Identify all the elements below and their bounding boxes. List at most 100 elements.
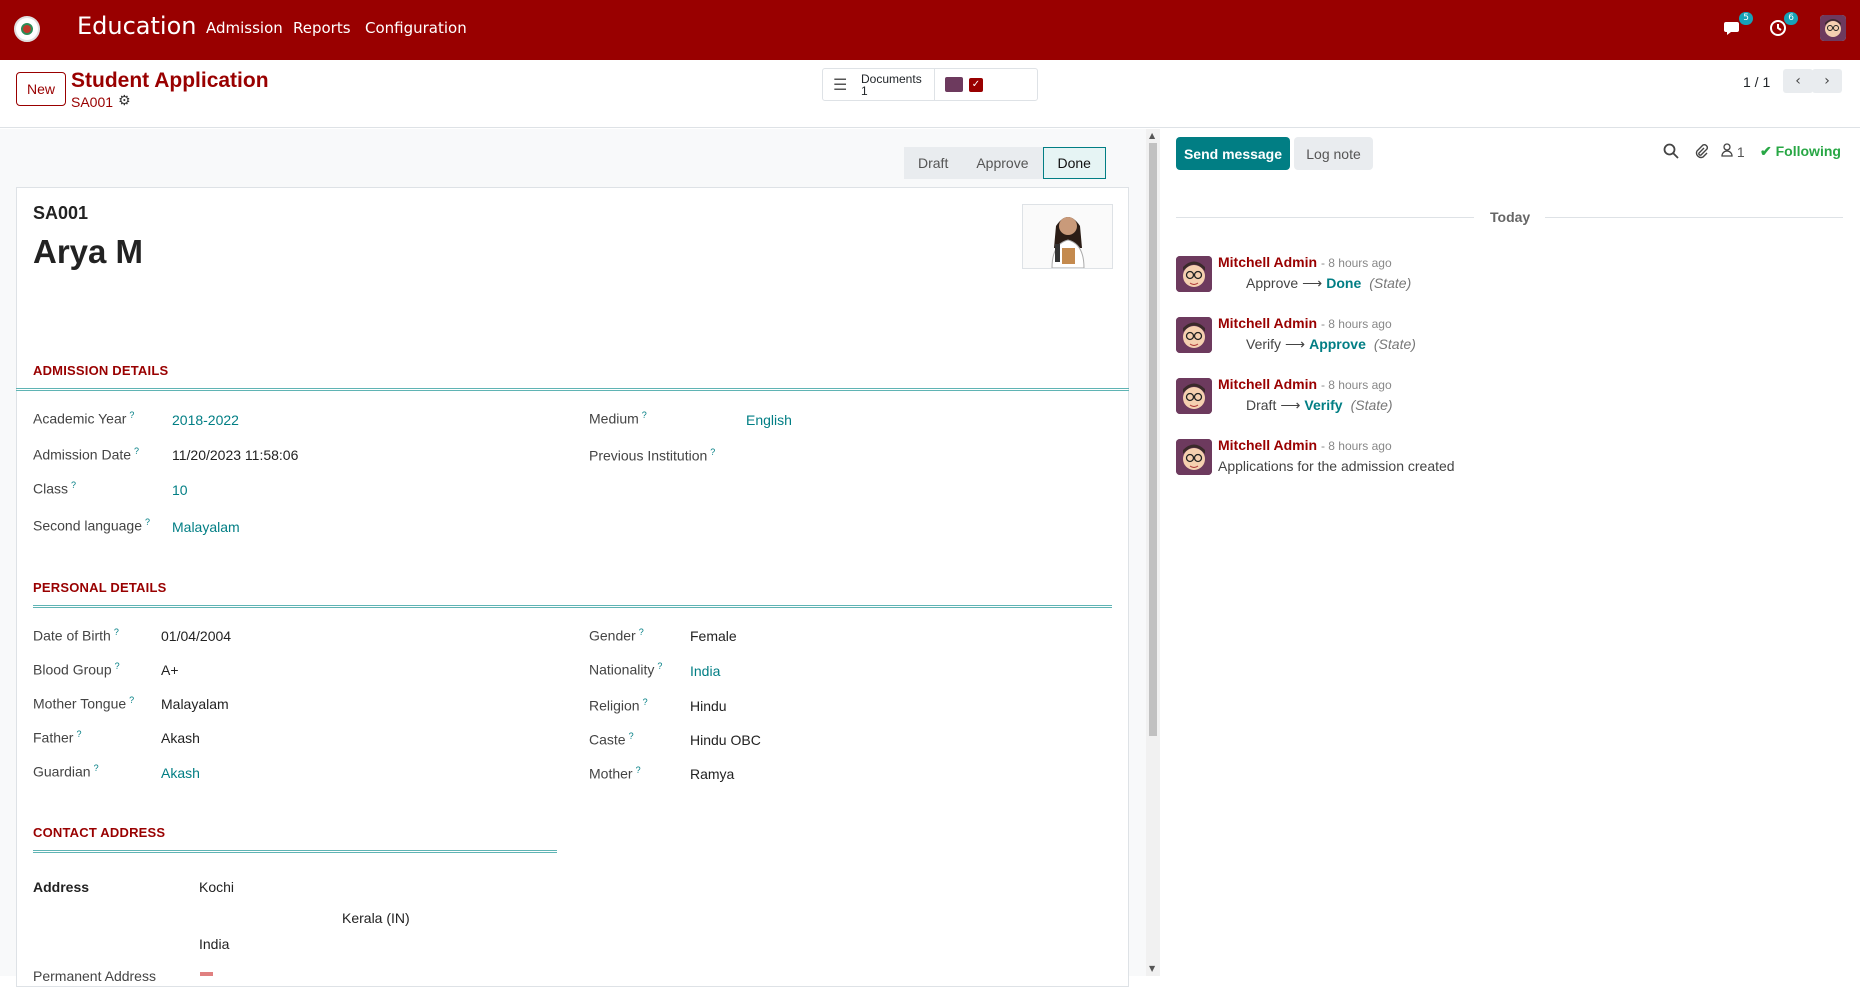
activities-badge: 6 xyxy=(1784,12,1798,25)
scroll-down-icon[interactable]: ▼ xyxy=(1149,964,1155,973)
form-scrollbar[interactable]: ▲ ▼ xyxy=(1146,129,1160,976)
log-note-button[interactable]: Log note xyxy=(1294,137,1373,170)
today-divider-right xyxy=(1545,217,1843,218)
today-separator: Today xyxy=(1490,209,1531,225)
activities-icon[interactable]: 6 xyxy=(1768,12,1798,40)
pager-next-icon[interactable]: › xyxy=(1812,69,1842,93)
paperclip-icon[interactable] xyxy=(1693,143,1709,163)
smart-buttons: ☰ Documents 1 ✓ xyxy=(822,68,1038,101)
second-language-label: Second language? xyxy=(33,517,151,534)
scroll-up-icon[interactable]: ▲ xyxy=(1149,131,1155,140)
message-avatar[interactable] xyxy=(1176,439,1212,475)
checkbox-icon: ✓ xyxy=(969,77,983,92)
pager-previous-icon[interactable]: ‹ xyxy=(1783,69,1813,93)
address-city-field[interactable]: Kochi xyxy=(199,879,234,895)
today-divider-left xyxy=(1176,217,1474,218)
status-approve[interactable]: Approve xyxy=(962,147,1043,179)
address-label: Address xyxy=(33,879,90,895)
new-button[interactable]: New xyxy=(16,72,66,106)
permanent-address-label: Permanent Address xyxy=(33,968,156,984)
message-author[interactable]: Mitchell Admin - 8 hours ago xyxy=(1218,254,1392,270)
search-icon[interactable] xyxy=(1663,143,1679,163)
followers-count: 1 xyxy=(1736,144,1745,160)
personal-section-title: PERSONAL DETAILS xyxy=(33,580,167,595)
documents-count: 1 xyxy=(861,83,868,98)
breadcrumb-record: SA001 xyxy=(71,94,114,110)
contact-section-divider xyxy=(33,850,557,853)
father-label: Father? xyxy=(33,729,82,746)
mother-tongue-field[interactable]: Malayalam xyxy=(161,696,229,712)
medium-field[interactable]: English xyxy=(746,412,792,428)
religion-label: Religion? xyxy=(589,697,648,714)
nationality-field[interactable]: India xyxy=(690,663,720,679)
status-bar: Draft Approve Done xyxy=(904,147,1106,179)
dob-label: Date of Birth? xyxy=(33,627,119,644)
admission-date-label: Admission Date? xyxy=(33,446,140,463)
archive-toggle-button[interactable]: ✓ xyxy=(935,69,983,100)
menu-reports[interactable]: Reports xyxy=(293,19,351,37)
archive-box-icon xyxy=(945,77,963,92)
message-tracking: Verify ⟶ Approve (State) xyxy=(1246,336,1416,352)
academic-year-label: Academic Year? xyxy=(33,410,135,427)
breadcrumb-title[interactable]: Student Application xyxy=(71,69,269,93)
message-avatar[interactable] xyxy=(1176,256,1212,292)
scroll-thumb[interactable] xyxy=(1149,143,1157,736)
message-author[interactable]: Mitchell Admin - 8 hours ago xyxy=(1218,315,1392,331)
app-menu-icon[interactable] xyxy=(14,16,40,42)
control-panel: New Student Application SA001 ⚙ ☰ Docume… xyxy=(0,60,1860,128)
mother-field[interactable]: Ramya xyxy=(690,766,734,782)
caste-label: Caste? xyxy=(589,731,634,748)
message-avatar[interactable] xyxy=(1176,378,1212,414)
app-brand[interactable]: Education xyxy=(77,12,196,40)
caste-field[interactable]: Hindu OBC xyxy=(690,732,761,748)
followers-button[interactable]: 1 xyxy=(1721,143,1745,160)
permanent-address-checkbox[interactable] xyxy=(200,972,213,976)
second-language-field[interactable]: Malayalam xyxy=(172,519,240,535)
menu-admission[interactable]: Admission xyxy=(206,19,283,37)
address-country-field[interactable]: India xyxy=(199,936,229,952)
nationality-label: Nationality? xyxy=(589,661,663,678)
message-author[interactable]: Mitchell Admin - 8 hours ago xyxy=(1218,437,1392,453)
message-tracking: Approve ⟶ Done (State) xyxy=(1246,275,1412,291)
guardian-label: Guardian? xyxy=(33,763,99,780)
dob-field[interactable]: 01/04/2004 xyxy=(161,628,231,644)
admission-section-title: ADMISSION DETAILS xyxy=(33,363,169,378)
messages-icon[interactable]: 5 xyxy=(1723,12,1753,40)
following-button[interactable]: ✔ Following xyxy=(1760,143,1841,160)
blood-group-label: Blood Group? xyxy=(33,661,120,678)
guardian-field[interactable]: Akash xyxy=(161,765,200,781)
academic-year-field[interactable]: 2018-2022 xyxy=(172,412,239,428)
student-photo[interactable] xyxy=(1022,204,1113,269)
class-field[interactable]: 10 xyxy=(172,482,188,498)
religion-field[interactable]: Hindu xyxy=(690,698,727,714)
status-done[interactable]: Done xyxy=(1042,147,1106,179)
gear-icon[interactable]: ⚙ xyxy=(118,93,131,109)
check-icon: ✔ xyxy=(1760,143,1772,159)
admission-date-field[interactable]: 11/20/2023 11:58:06 xyxy=(172,447,298,463)
address-state-field[interactable]: Kerala (IN) xyxy=(342,910,410,926)
father-field[interactable]: Akash xyxy=(161,730,200,746)
menu-configuration[interactable]: Configuration xyxy=(365,19,467,37)
gender-label: Gender? xyxy=(589,627,644,644)
documents-label: Documents xyxy=(861,71,922,86)
pager-value[interactable]: 1 / 1 xyxy=(1743,74,1770,90)
medium-label: Medium? xyxy=(589,410,647,427)
message-avatar[interactable] xyxy=(1176,317,1212,353)
top-navbar: Education Admission Reports Configuratio… xyxy=(0,0,1860,60)
message-body: Applications for the admission created xyxy=(1218,458,1455,474)
list-numbered-icon: ☰ xyxy=(833,76,848,94)
send-message-button[interactable]: Send message xyxy=(1176,137,1290,170)
blood-group-field[interactable]: A+ xyxy=(161,662,179,678)
status-draft[interactable]: Draft xyxy=(904,147,963,179)
form-sheet xyxy=(16,187,1129,987)
personal-section-divider xyxy=(33,605,1112,608)
gender-field[interactable]: Female xyxy=(690,628,737,644)
user-icon xyxy=(1721,143,1737,160)
student-name[interactable]: Arya M xyxy=(33,233,143,271)
documents-smart-button[interactable]: ☰ Documents 1 xyxy=(823,69,935,100)
message-author[interactable]: Mitchell Admin - 8 hours ago xyxy=(1218,376,1392,392)
user-avatar[interactable] xyxy=(1820,15,1846,41)
messages-badge: 5 xyxy=(1739,12,1753,25)
mother-tongue-label: Mother Tongue? xyxy=(33,695,135,712)
record-reference: SA001 xyxy=(33,203,89,223)
